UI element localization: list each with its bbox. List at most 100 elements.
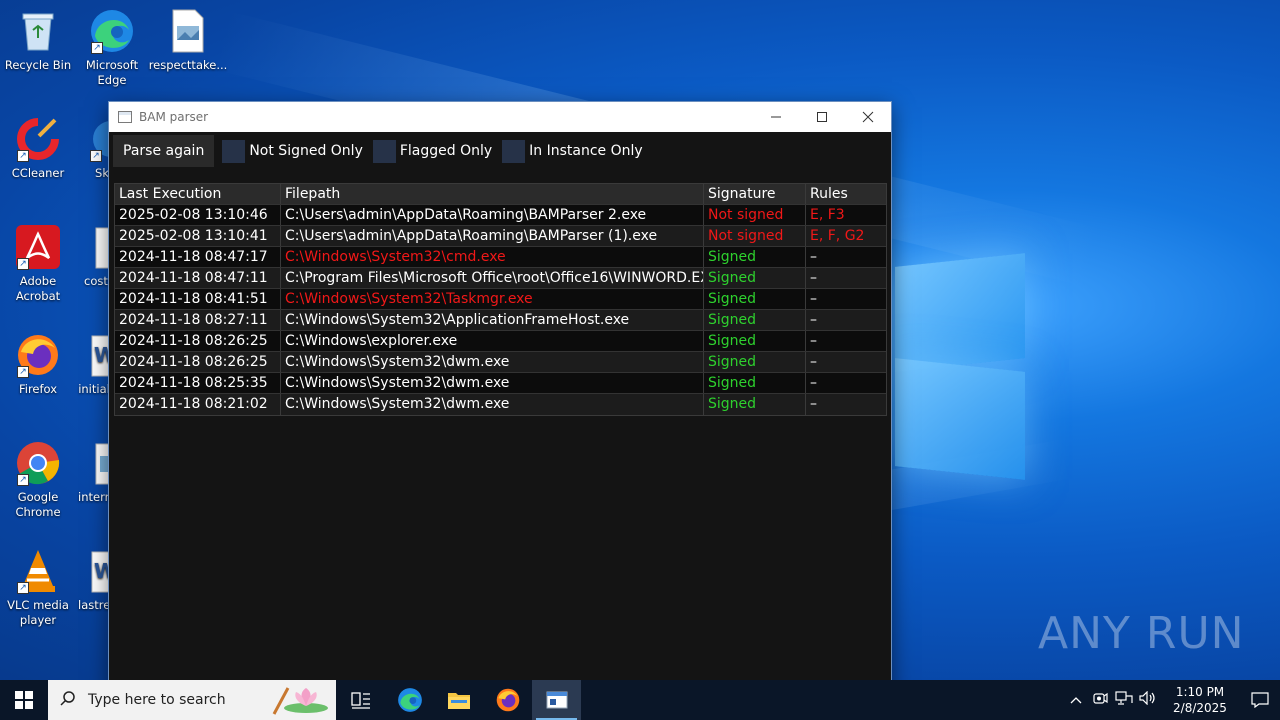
show-hidden-icons-chevron-up-icon[interactable] bbox=[1064, 693, 1088, 708]
checkbox-label: Flagged Only bbox=[399, 143, 493, 159]
windows-logo-wallpaper bbox=[895, 240, 1030, 480]
table-row[interactable]: 2024-11-18 08:41:51 C:\Windows\System32\T… bbox=[115, 289, 886, 310]
ccleaner-icon: ↗ bbox=[15, 116, 61, 162]
cell-signature: Signed bbox=[704, 247, 806, 267]
cell-filepath: C:\Users\admin\AppData\Roaming\BAMParser… bbox=[281, 226, 704, 246]
network-icon[interactable] bbox=[1112, 691, 1136, 709]
table-row[interactable]: 2024-11-18 08:26:25 C:\Windows\explorer.e… bbox=[115, 331, 886, 352]
taskbar-clock[interactable]: 1:10 PM 2/8/2025 bbox=[1168, 684, 1232, 716]
desktop-icon-respecttake[interactable]: respecttake... bbox=[148, 8, 228, 73]
cell-filepath: C:\Windows\System32\dwm.exe bbox=[281, 394, 704, 415]
table-row[interactable]: 2025-02-08 13:10:46 C:\Users\admin\AppDat… bbox=[115, 205, 886, 226]
task-view-button[interactable] bbox=[336, 680, 385, 720]
firefox-icon bbox=[496, 688, 519, 712]
taskbar-edge-button[interactable] bbox=[385, 680, 434, 720]
table-row[interactable]: 2024-11-18 08:21:02 C:\Windows\System32\d… bbox=[115, 394, 886, 415]
desktop-icon-label: Recycle Bin bbox=[4, 58, 72, 72]
desktop-icon-firefox[interactable]: ↗ Firefox bbox=[0, 332, 76, 397]
cell-last-execution: 2024-11-18 08:26:25 bbox=[115, 331, 281, 351]
desktop-icon-vlc[interactable]: ↗ VLC media player bbox=[0, 548, 76, 628]
minimize-button[interactable] bbox=[753, 102, 799, 132]
table-row[interactable]: 2025-02-08 13:10:41 C:\Users\admin\AppDat… bbox=[115, 226, 886, 247]
file-explorer-icon bbox=[447, 693, 470, 709]
cell-rules: E, F3 bbox=[810, 207, 845, 223]
cell-signature: Signed bbox=[704, 268, 806, 288]
column-header-rules[interactable]: Rules bbox=[806, 184, 886, 204]
desktop-icon-label: Google Chrome bbox=[15, 490, 61, 519]
desktop-icon-ccleaner[interactable]: ↗ CCleaner bbox=[0, 116, 76, 181]
notification-icon bbox=[1251, 692, 1269, 708]
search-icon bbox=[60, 690, 76, 710]
table-row[interactable]: 2024-11-18 08:26:25 C:\Windows\System32\d… bbox=[115, 352, 886, 373]
cell-last-execution: 2024-11-18 08:21:02 bbox=[115, 394, 281, 415]
desktop-icon-google-chrome[interactable]: ↗ Google Chrome bbox=[0, 440, 76, 520]
table-header: Last Execution Filepath Signature Rules bbox=[115, 184, 886, 205]
column-header-filepath[interactable]: Filepath bbox=[281, 184, 704, 204]
cell-signature: Signed bbox=[704, 310, 806, 330]
maximize-button[interactable] bbox=[799, 102, 845, 132]
desktop-icon-adobe-acrobat[interactable]: ↗ Adobe Acrobat bbox=[0, 224, 76, 304]
cell-rules: – bbox=[810, 249, 817, 265]
table-row[interactable]: 2024-11-18 08:47:11 C:\Program Files\Micr… bbox=[115, 268, 886, 289]
start-button[interactable] bbox=[0, 680, 48, 720]
cell-filepath: C:\Windows\System32\Taskmgr.exe bbox=[281, 289, 704, 309]
cell-rules: – bbox=[810, 270, 817, 286]
desktop-icon-microsoft-edge[interactable]: ↗ Microsoft Edge bbox=[74, 8, 150, 88]
cell-filepath: C:\Windows\System32\dwm.exe bbox=[281, 373, 704, 393]
word-doc-icon: W bbox=[88, 332, 110, 378]
search-highlight-lotus-icon bbox=[270, 684, 330, 716]
cell-last-execution: 2024-11-18 08:27:11 bbox=[115, 310, 281, 330]
filter-in-instance-only[interactable]: In Instance Only bbox=[502, 139, 643, 163]
checkbox[interactable] bbox=[372, 139, 396, 163]
cell-signature: Signed bbox=[704, 373, 806, 393]
filter-toolbar: Parse again Not Signed Only Flagged Only… bbox=[113, 135, 653, 167]
cell-signature: Signed bbox=[704, 331, 806, 351]
filter-not-signed-only[interactable]: Not Signed Only bbox=[222, 139, 363, 163]
checkbox[interactable] bbox=[502, 139, 526, 163]
taskbar: Type here to search 1:10 PM 2/8/2025 bbox=[0, 680, 1280, 720]
cell-last-execution: 2024-11-18 08:47:11 bbox=[115, 268, 281, 288]
desktop-icon-initial[interactable]: W initial bbox=[74, 332, 110, 397]
desktop-icon-label: Firefox bbox=[18, 382, 58, 396]
search-placeholder: Type here to search bbox=[88, 692, 226, 708]
cell-last-execution: 2025-02-08 13:10:46 bbox=[115, 205, 281, 225]
column-header-signature[interactable]: Signature bbox=[704, 184, 806, 204]
edge-icon: ↗ bbox=[89, 8, 135, 54]
title-bar[interactable]: BAM parser bbox=[109, 102, 891, 132]
cell-rules: – bbox=[810, 312, 817, 328]
image-file-icon bbox=[165, 8, 211, 54]
table-row[interactable]: 2024-11-18 08:47:17 C:\Windows\System32\c… bbox=[115, 247, 886, 268]
task-view-icon bbox=[350, 692, 370, 709]
volume-icon[interactable] bbox=[1136, 690, 1160, 709]
bam-parser-icon bbox=[546, 691, 567, 709]
desktop-icon-recycle-bin[interactable]: Recycle Bin bbox=[0, 8, 76, 73]
parse-again-button[interactable]: Parse again bbox=[113, 135, 215, 167]
table-row[interactable]: 2024-11-18 08:27:11 C:\Windows\System32\A… bbox=[115, 310, 886, 331]
checkbox-label: Not Signed Only bbox=[249, 143, 363, 159]
desktop-icon-label: CCleaner bbox=[11, 166, 65, 180]
minimize-icon bbox=[771, 116, 781, 118]
windows-start-icon bbox=[15, 691, 33, 709]
desktop-icon-costw[interactable]: costw bbox=[74, 224, 110, 289]
desktop-icon-sk[interactable]: ↗ Sk bbox=[74, 116, 110, 181]
cell-rules: – bbox=[810, 354, 817, 370]
taskbar-search-box[interactable]: Type here to search bbox=[48, 680, 336, 720]
desktop-icon-intern[interactable]: intern bbox=[74, 440, 110, 505]
cell-last-execution: 2025-02-08 13:10:41 bbox=[115, 226, 281, 246]
taskbar-firefox-button[interactable] bbox=[483, 680, 532, 720]
meet-now-icon[interactable] bbox=[1088, 691, 1112, 709]
close-icon bbox=[862, 111, 874, 123]
table-row[interactable]: 2024-11-18 08:25:35 C:\Windows\System32\d… bbox=[115, 373, 886, 394]
action-center-button[interactable] bbox=[1240, 692, 1280, 708]
cell-signature: Signed bbox=[704, 394, 806, 415]
cell-rules: – bbox=[810, 333, 817, 349]
desktop-icon-lastre[interactable]: W lastre bbox=[74, 548, 110, 613]
taskbar-file-explorer-button[interactable] bbox=[434, 680, 483, 720]
checkbox[interactable] bbox=[222, 139, 246, 163]
cell-filepath: C:\Windows\System32\ApplicationFrameHost… bbox=[281, 310, 704, 330]
cell-filepath: C:\Windows\explorer.exe bbox=[281, 331, 704, 351]
taskbar-bam-parser-button[interactable] bbox=[532, 680, 581, 720]
filter-flagged-only[interactable]: Flagged Only bbox=[372, 139, 493, 163]
close-button[interactable] bbox=[845, 102, 891, 132]
column-header-last-execution[interactable]: Last Execution bbox=[115, 184, 281, 204]
